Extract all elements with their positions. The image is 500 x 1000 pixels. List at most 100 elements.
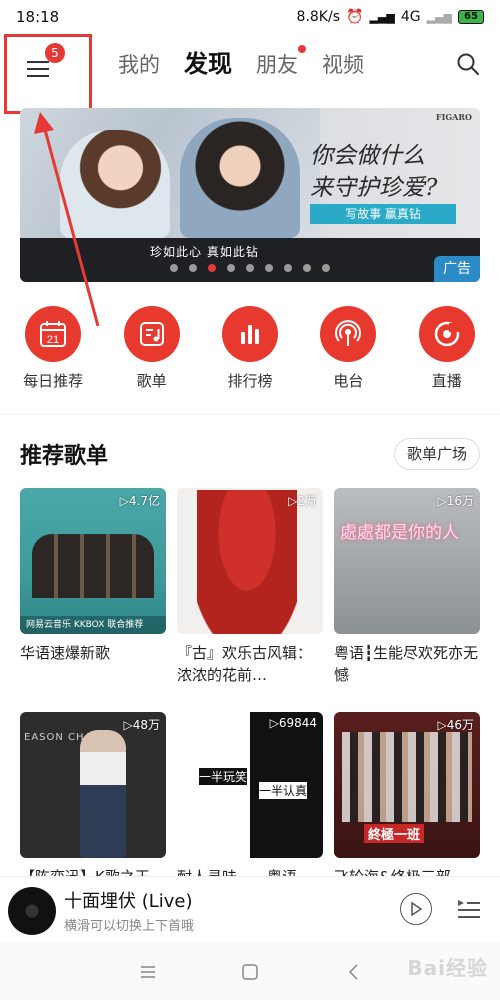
system-nav-bar: Bai经验 <box>0 942 500 1000</box>
carousel-dot[interactable] <box>189 264 197 272</box>
quick-live[interactable]: 直播 <box>407 306 487 400</box>
playlist-card[interactable]: 网易云音乐 KKBOX 联合推荐 ▷4.7亿 华语速爆新歌 <box>20 488 166 686</box>
banner-headline: 你会做什么 来守护珍爱? <box>310 140 437 204</box>
quick-charts[interactable]: 排行榜 <box>210 306 290 400</box>
quick-label: 排行榜 <box>227 372 273 390</box>
carousel-dot[interactable] <box>284 264 292 272</box>
network-type: 4G <box>400 9 421 25</box>
playlist-card[interactable]: 處處都是你的人 ▷16万 粤语┇生能尽欢死亦无憾 <box>334 488 480 686</box>
play-count: ▷69844 <box>269 716 317 730</box>
chart-icon <box>221 306 278 362</box>
cover-art <box>197 490 297 634</box>
tab-mine[interactable]: 我的 <box>118 49 160 79</box>
search-icon[interactable] <box>456 52 480 76</box>
playlist-title: 华语速爆新歌 <box>20 644 111 662</box>
menu-button[interactable]: 5 <box>4 34 92 114</box>
album-disc <box>8 887 56 935</box>
status-bar: 18:18 8.8K/s ⏰ ▂▄▆ 4G ▂▄▆ 65 <box>0 0 500 34</box>
song-subtitle: 横滑可以切换上下首哦 <box>64 919 195 934</box>
alarm-icon: ⏰ <box>346 9 364 25</box>
menu-badge: 5 <box>45 43 65 63</box>
play-count: ▷48万 <box>123 718 161 732</box>
song-title: 十面埋伏 (Live) <box>64 891 193 912</box>
cover-logo: 网易云音乐 KKBOX 联合推荐 <box>20 616 166 634</box>
playlist-queue-icon[interactable] <box>456 897 482 923</box>
cover-text: 一半认真 <box>259 782 308 799</box>
carousel-dots <box>170 264 330 272</box>
network-speed: 8.8K/s <box>296 9 341 25</box>
live-icon <box>418 306 475 362</box>
play-count: ▷4.7亿 <box>119 494 160 508</box>
section-title: 推荐歌单 <box>20 444 109 469</box>
playlist-cover: ▷2万 <box>177 488 323 634</box>
signal-weak-icon: ▂▄▆ <box>426 10 452 24</box>
calendar-day: 21 <box>47 334 59 346</box>
divider <box>0 414 500 415</box>
carousel-dot[interactable] <box>246 264 254 272</box>
play-icon <box>411 902 423 916</box>
cover-art <box>342 732 472 822</box>
playlist-cover: EASON CHAN ▷48万 <box>20 712 166 858</box>
quick-radio[interactable]: 电台 <box>308 306 388 400</box>
top-nav: 5 我的 发现 朋友 视频 <box>0 34 500 114</box>
quick-daily-recommend[interactable]: 21 每日推荐 <box>13 306 93 400</box>
notification-dot <box>298 45 306 53</box>
cover-art <box>80 730 126 858</box>
radio-icon <box>320 306 377 362</box>
playlist-title: 『古』欢乐古风辑：浓浓的花前… <box>177 644 313 684</box>
quick-entries: 21 每日推荐 歌单 排行榜 电台 直播 <box>0 306 500 400</box>
play-count: ▷46万 <box>437 718 475 732</box>
tab-friends-label: 朋友 <box>256 53 298 77</box>
status-icons: 8.8K/s ⏰ ▂▄▆ 4G ▂▄▆ 65 <box>297 9 484 25</box>
playlist-cover: 處處都是你的人 ▷16万 <box>334 488 480 634</box>
cover-art <box>32 534 154 598</box>
banner-headline-line2: 来守护珍爱? <box>310 175 438 201</box>
tab-discover[interactable]: 发现 <box>184 44 232 79</box>
tab-bar: 我的 发现 朋友 视频 <box>118 44 364 79</box>
back-icon[interactable] <box>342 960 366 984</box>
ad-label: 广告 <box>434 256 480 282</box>
quick-label: 歌单 <box>136 372 167 390</box>
banner-brand: FIGARO <box>435 112 472 122</box>
carousel-dot[interactable] <box>170 264 178 272</box>
carousel-dot[interactable] <box>303 264 311 272</box>
playlist-icon <box>123 306 180 362</box>
signal-icon: ▂▄▆ <box>369 10 395 24</box>
home-icon[interactable] <box>238 960 262 984</box>
hamburger-icon <box>27 61 49 77</box>
carousel-dot[interactable] <box>227 264 235 272</box>
playlist-cover: 网易云音乐 KKBOX 联合推荐 ▷4.7亿 <box>20 488 166 634</box>
cover-text: 終極一班 <box>364 824 425 843</box>
carousel-dot[interactable] <box>208 264 216 272</box>
play-count: ▷2万 <box>288 494 317 508</box>
carousel-dot[interactable] <box>265 264 273 272</box>
quick-label: 电台 <box>333 372 364 390</box>
play-button[interactable] <box>400 893 432 925</box>
banner-slogan: 珍如此心 真如此钻 <box>150 245 259 259</box>
tab-friends[interactable]: 朋友 <box>256 45 306 79</box>
tab-video[interactable]: 视频 <box>322 49 364 79</box>
status-time: 18:18 <box>16 8 60 26</box>
playlist-card[interactable]: ▷2万 『古』欢乐古风辑：浓浓的花前… <box>177 488 323 686</box>
annotation-arrow <box>34 112 100 327</box>
app-screen: 18:18 8.8K/s ⏰ ▂▄▆ 4G ▂▄▆ 65 5 我的 发现 朋友 … <box>0 0 500 1000</box>
playlist-cover: 終極一班 ▷46万 <box>334 712 480 858</box>
mini-player[interactable]: 十面埋伏 (Live) 横滑可以切换上下首哦 <box>0 876 500 942</box>
watermark: Bai经验 <box>407 956 488 980</box>
banner-cta: 写故事 赢真钻 <box>310 204 456 224</box>
quick-label: 直播 <box>431 372 462 390</box>
recents-icon[interactable] <box>136 960 160 984</box>
battery-icon: 65 <box>458 10 484 24</box>
quick-label: 每日推荐 <box>23 372 84 390</box>
banner-headline-line1: 你会做什么 <box>310 143 425 169</box>
playlist-title: 粤语┇生能尽欢死亦无憾 <box>334 644 479 684</box>
play-count: ▷16万 <box>437 494 475 508</box>
quick-playlist[interactable]: 歌单 <box>112 306 192 400</box>
cover-text: 處處都是你的人 <box>340 523 459 543</box>
cover-text: 一半玩笑 <box>199 768 248 785</box>
playlist-square-button[interactable]: 歌单广场 <box>393 438 480 470</box>
banner-figure-man <box>180 118 300 238</box>
playlist-cover: 一半玩笑 一半认真 ▷69844 <box>177 712 323 858</box>
calendar-icon: 21 <box>25 306 82 362</box>
carousel-dot[interactable] <box>322 264 330 272</box>
